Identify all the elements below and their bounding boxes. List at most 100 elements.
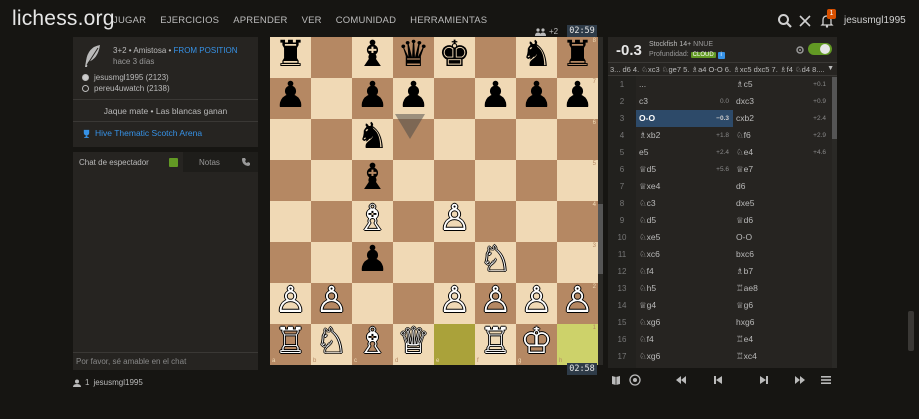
move-white[interactable]: ♘f4 [636,263,733,280]
board-resize-handle[interactable] [598,204,603,274]
chess-piece[interactable]: ♙ [270,280,311,321]
move-black[interactable]: ♕d6 [733,212,830,229]
move-white[interactable]: O-O −0.3 [636,110,733,127]
square-h6[interactable]: 6 [557,119,598,160]
square-b2[interactable]: ♙ [311,280,352,324]
move-black[interactable]: ♗b7 [733,263,830,280]
move-black[interactable]: bxc6 [733,246,830,263]
square-b4[interactable] [311,201,352,242]
nav-comunidad[interactable]: COMUNIDAD [336,15,396,26]
move-white[interactable]: ♘xg6 [636,348,733,365]
chat-input[interactable]: Por favor, sé amable en el chat [73,352,258,370]
move-white[interactable]: ♕g4 [636,297,733,314]
target-icon[interactable] [629,374,641,386]
square-f7[interactable]: ♟ [475,75,516,119]
chess-piece[interactable]: ♙ [311,280,352,321]
chess-piece[interactable]: ♟ [475,75,516,116]
square-g4[interactable] [516,201,557,242]
square-g5[interactable] [516,160,557,201]
nav-herramientas[interactable]: HERRAMIENTAS [410,15,487,26]
square-c7[interactable]: ♟ [352,75,393,119]
nav-aprender[interactable]: APRENDER [233,15,287,26]
move-white[interactable]: ♘h5 [636,280,733,297]
chess-piece[interactable]: ♖ [270,321,311,362]
square-d1[interactable]: d ♕ [393,321,434,365]
chess-piece[interactable]: ♛ [393,34,434,75]
square-d2[interactable] [393,283,434,324]
square-e5[interactable] [434,160,475,201]
square-f2[interactable]: ♙ [475,280,516,324]
square-e1[interactable]: e [434,324,475,365]
move-black[interactable]: ♗c5 +0.1 [733,76,830,93]
first-move-icon[interactable] [675,374,687,386]
nav-jugar[interactable]: JUGAR [113,15,146,26]
chess-piece[interactable]: ♟ [352,75,393,116]
move-black[interactable]: ♕e7 [733,161,830,178]
next-move-icon[interactable] [758,374,770,386]
move-black[interactable]: cxb2 +2.4 [733,110,830,127]
square-f1[interactable]: f ♖ [475,321,516,365]
square-e6[interactable] [434,119,475,160]
square-e4[interactable]: ♙ [434,198,475,242]
chess-piece[interactable]: ♗ [352,198,393,239]
chess-piece[interactable]: ♙ [475,280,516,321]
chess-piece[interactable]: ♟ [270,75,311,116]
gear-icon[interactable] [795,45,805,55]
black-player[interactable]: pereu4uwatch (2138) [82,84,170,93]
move-white[interactable]: ♘xc6 [636,246,733,263]
move-black[interactable]: ♘e4 +4.6 [733,144,830,161]
square-a8[interactable]: ♜ [270,34,311,78]
page-scrollbar[interactable] [908,311,914,351]
move-white[interactable]: ♗xb2 +1.8 [636,127,733,144]
square-b1[interactable]: b ♘ [311,321,352,365]
chevron-down-icon[interactable]: ▼ [827,65,834,72]
square-c4[interactable]: ♗ [352,198,393,242]
move-black[interactable]: dxe5 [733,195,830,212]
square-a5[interactable] [270,160,311,201]
square-e3[interactable] [434,242,475,283]
square-b8[interactable] [311,37,352,78]
chess-piece[interactable]: ♗ [352,321,393,362]
move-white[interactable]: ♘xe5 [636,229,733,246]
square-h4[interactable]: 4 [557,201,598,242]
site-logo[interactable]: lichess.org [12,7,115,31]
move-black[interactable]: ♘f6 +2.9 [733,127,830,144]
square-a4[interactable] [270,201,311,242]
move-white[interactable]: ♕d5 +5.6 [636,161,733,178]
square-h3[interactable]: 3 [557,242,598,283]
move-white[interactable]: ♘xg6 [636,314,733,331]
chess-piece[interactable]: ♜ [557,34,598,75]
square-d8[interactable]: ♛ [393,34,434,78]
move-black[interactable]: O-O [733,229,830,246]
square-c8[interactable]: ♝ [352,34,393,78]
square-b6[interactable] [311,119,352,160]
square-g3[interactable] [516,242,557,283]
square-f8[interactable] [475,37,516,78]
square-f3[interactable]: ♘ [475,239,516,283]
square-a7[interactable]: ♟ [270,75,311,119]
square-a1[interactable]: a ♖ [270,321,311,365]
square-d7[interactable]: ♟ [393,75,434,119]
move-black[interactable]: ♖e4 [733,331,830,348]
chess-board[interactable]: ♜ ♝ ♛ ♚ ♞ 8 ♜ ♟ ♟ ♟ ♟ ♟ 7 ♟ ♞ 6 ♝ 5 ♗ ♙ 4 ♟ ♘ 3 ♙ ♙ ♙ ♙ ♙ 2 ♙ a ♖ b ♘ c ♗ d ♕ e… [270,34,598,365]
move-white[interactable]: ... [636,76,733,93]
chess-piece[interactable]: ♟ [557,75,598,116]
square-d3[interactable] [393,242,434,283]
phone-icon[interactable] [241,157,251,167]
move-black[interactable]: ♖xc4 [733,348,830,365]
square-b3[interactable] [311,242,352,283]
square-f6[interactable] [475,119,516,160]
square-a3[interactable] [270,242,311,283]
chess-piece[interactable]: ♙ [557,280,598,321]
move-white[interactable]: ♘c3 [636,195,733,212]
menu-icon[interactable] [820,374,832,386]
watcher-name[interactable]: jesusmgl1995 [93,378,142,387]
square-c3[interactable]: ♟ [352,239,393,283]
engine-toggle[interactable] [808,43,832,55]
square-f4[interactable] [475,201,516,242]
square-e8[interactable]: ♚ [434,34,475,78]
chess-piece[interactable]: ♙ [516,280,557,321]
chat-toggle[interactable] [169,158,178,167]
move-white[interactable]: c3 0.0 [636,93,733,110]
square-g7[interactable]: ♟ [516,75,557,119]
